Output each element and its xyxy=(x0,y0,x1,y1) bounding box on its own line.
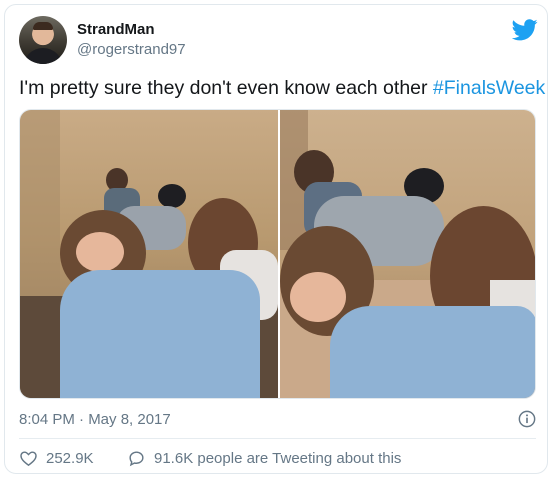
avatar-shirt xyxy=(23,48,63,64)
like-count: 252.9K xyxy=(46,449,94,467)
student-front-hand xyxy=(290,272,346,322)
twitter-bird-icon[interactable] xyxy=(512,19,538,41)
speech-bubble-icon xyxy=(129,450,144,466)
conversation-count: 91.6K people are Tweeting about this xyxy=(154,449,402,467)
student-cap xyxy=(158,184,186,208)
action-divider xyxy=(19,438,536,439)
author-display-name[interactable]: StrandMan xyxy=(77,21,155,38)
avatar-hair xyxy=(33,22,53,30)
conversation-link[interactable]: 91.6K people are Tweeting about this xyxy=(127,448,401,468)
student-front-shirt xyxy=(330,306,535,398)
heart-icon xyxy=(20,450,37,466)
tweet-text: I'm pretty sure they don't even know eac… xyxy=(19,77,545,100)
media-photo-2[interactable] xyxy=(280,110,535,398)
student-front-shirt xyxy=(60,270,260,398)
tweet-media[interactable] xyxy=(19,109,536,399)
media-photo-1[interactable] xyxy=(20,110,278,398)
hashtag-link[interactable]: #FinalsWeek xyxy=(433,77,545,99)
tweet-timestamp[interactable]: 8:04 PM · May 8, 2017 xyxy=(19,411,171,428)
student-front-hand xyxy=(76,232,124,272)
tweet-card[interactable]: StrandMan @rogerstrand97 I'm pretty sure… xyxy=(4,4,548,474)
tweet-body: I'm pretty sure they don't even know eac… xyxy=(19,77,433,99)
author-handle[interactable]: @rogerstrand97 xyxy=(77,41,186,58)
info-icon[interactable] xyxy=(518,410,536,428)
like-button[interactable]: 252.9K xyxy=(19,448,94,468)
avatar[interactable] xyxy=(19,16,67,64)
